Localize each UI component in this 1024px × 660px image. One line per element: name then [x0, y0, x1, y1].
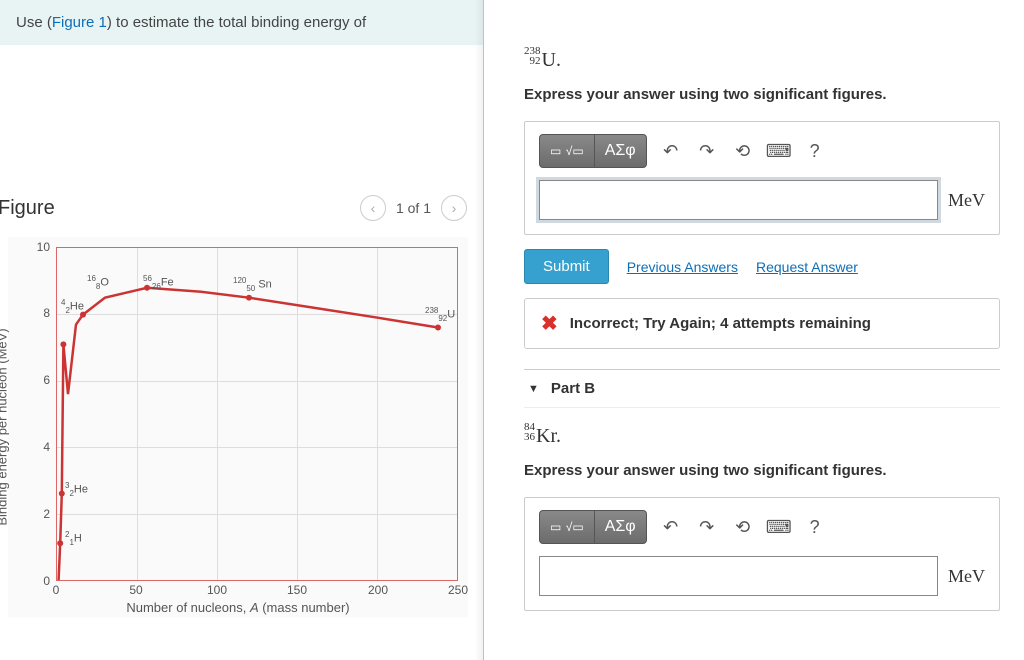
- atomic-number: 92: [530, 55, 541, 67]
- part-b-title: Part B: [551, 380, 595, 397]
- ytick: 0: [36, 574, 50, 588]
- answer-box-a: ▭ √▭ ΑΣφ ↶ ↷ ⟲ ⌨ ? MeV: [524, 121, 1000, 235]
- ytick: 2: [36, 507, 50, 521]
- point-label-u238: 23892U: [425, 306, 455, 323]
- submit-row-a: Submit Previous Answers Request Answer: [524, 249, 1000, 284]
- ytick: 10: [36, 240, 50, 254]
- answer-input-b[interactable]: [539, 556, 938, 596]
- instruction-text-2: ) to estimate the total binding energy o…: [107, 14, 366, 31]
- incorrect-icon: ✖: [541, 311, 558, 336]
- answer-unit-b: MeV: [948, 566, 985, 587]
- equation-toolbar-b: ▭ √▭ ΑΣφ ↶ ↷ ⟲ ⌨ ?: [539, 510, 985, 544]
- previous-answers-link[interactable]: Previous Answers: [627, 259, 738, 275]
- pager-prev-button[interactable]: ‹: [360, 195, 386, 221]
- help-icon[interactable]: ?: [803, 515, 827, 539]
- equation-toolbar-a: ▭ √▭ ΑΣφ ↶ ↷ ⟲ ⌨ ?: [539, 134, 985, 168]
- left-pane: Use (Figure 1) to estimate the total bin…: [0, 0, 484, 660]
- atomic-number: 36: [524, 431, 535, 443]
- undo-icon[interactable]: ↶: [659, 515, 683, 539]
- answer-unit-a: MeV: [948, 190, 985, 211]
- redo-icon[interactable]: ↷: [695, 139, 719, 163]
- figure-pager: ‹ 1 of 1 ›: [360, 195, 467, 221]
- element-symbol: U.: [542, 49, 561, 71]
- reset-icon[interactable]: ⟲: [731, 139, 755, 163]
- isotope-kr84: 8436Kr.: [524, 422, 1000, 448]
- chart-curve: [57, 248, 457, 580]
- element-symbol: Kr.: [536, 425, 561, 447]
- help-icon[interactable]: ?: [803, 139, 827, 163]
- undo-icon[interactable]: ↶: [659, 139, 683, 163]
- keyboard-icon[interactable]: ⌨: [767, 139, 791, 163]
- right-pane: 23892U. Express your answer using two si…: [484, 0, 1024, 660]
- point-label-he4: 42He: [61, 298, 84, 315]
- greek-button[interactable]: ΑΣφ: [595, 134, 647, 168]
- reset-icon[interactable]: ⟲: [731, 515, 755, 539]
- part-b-header[interactable]: ▼ Part B: [524, 369, 1000, 408]
- answer-instruction-a: Express your answer using two significan…: [524, 86, 1000, 103]
- greek-button[interactable]: ΑΣφ: [595, 510, 647, 544]
- redo-icon[interactable]: ↷: [695, 515, 719, 539]
- point-label-he3: 32He: [65, 481, 88, 498]
- chart-y-axis-label: Binding energy per nucleon (MeV): [0, 328, 10, 525]
- ytick: 6: [36, 373, 50, 387]
- answer-instruction-b: Express your answer using two significan…: [524, 462, 1000, 479]
- feedback-text: Incorrect; Try Again; 4 attempts remaini…: [570, 315, 871, 332]
- keyboard-icon[interactable]: ⌨: [767, 515, 791, 539]
- chart-x-axis-label: Number of nucleons, A (mass number): [126, 600, 349, 615]
- answer-box-b: ▭ √▭ ΑΣφ ↶ ↷ ⟲ ⌨ ? MeV: [524, 497, 1000, 611]
- ytick: 8: [36, 306, 50, 320]
- point-label-sn120: 12050 Sn: [233, 276, 272, 293]
- xtick: 200: [368, 583, 388, 597]
- templates-button[interactable]: ▭ √▭: [539, 510, 595, 544]
- xtick: 100: [207, 583, 227, 597]
- request-answer-link-a[interactable]: Request Answer: [756, 259, 858, 275]
- xtick: 150: [287, 583, 307, 597]
- figure-title: Figure: [0, 197, 55, 220]
- pager-text: 1 of 1: [392, 200, 435, 216]
- submit-button-a[interactable]: Submit: [524, 249, 609, 284]
- figure-header: Figure ‹ 1 of 1 ›: [0, 195, 483, 221]
- answer-input-a[interactable]: [539, 180, 938, 220]
- binding-energy-chart: Binding energy per nucleon (MeV) Number …: [8, 237, 468, 617]
- point-label-fe56: 5626Fe: [143, 274, 174, 291]
- pager-next-button[interactable]: ›: [441, 195, 467, 221]
- templates-button[interactable]: ▭ √▭: [539, 134, 595, 168]
- xtick: 0: [53, 583, 60, 597]
- xtick: 250: [448, 583, 468, 597]
- figure-link[interactable]: Figure 1: [52, 14, 107, 31]
- isotope-u238: 23892U.: [524, 46, 1000, 72]
- feedback-box: ✖ Incorrect; Try Again; 4 attempts remai…: [524, 298, 1000, 349]
- problem-instruction: Use (Figure 1) to estimate the total bin…: [0, 0, 483, 45]
- xtick: 50: [129, 583, 142, 597]
- instruction-text: Use (: [16, 14, 52, 31]
- ytick: 4: [36, 440, 50, 454]
- collapse-caret-icon: ▼: [528, 383, 539, 395]
- chart-plot-area: 21H 32He 42He 168O 5626Fe 12050 Sn 23892…: [56, 247, 458, 581]
- point-label-o16: 168O: [87, 274, 109, 291]
- point-label-h2: 21H: [65, 530, 82, 547]
